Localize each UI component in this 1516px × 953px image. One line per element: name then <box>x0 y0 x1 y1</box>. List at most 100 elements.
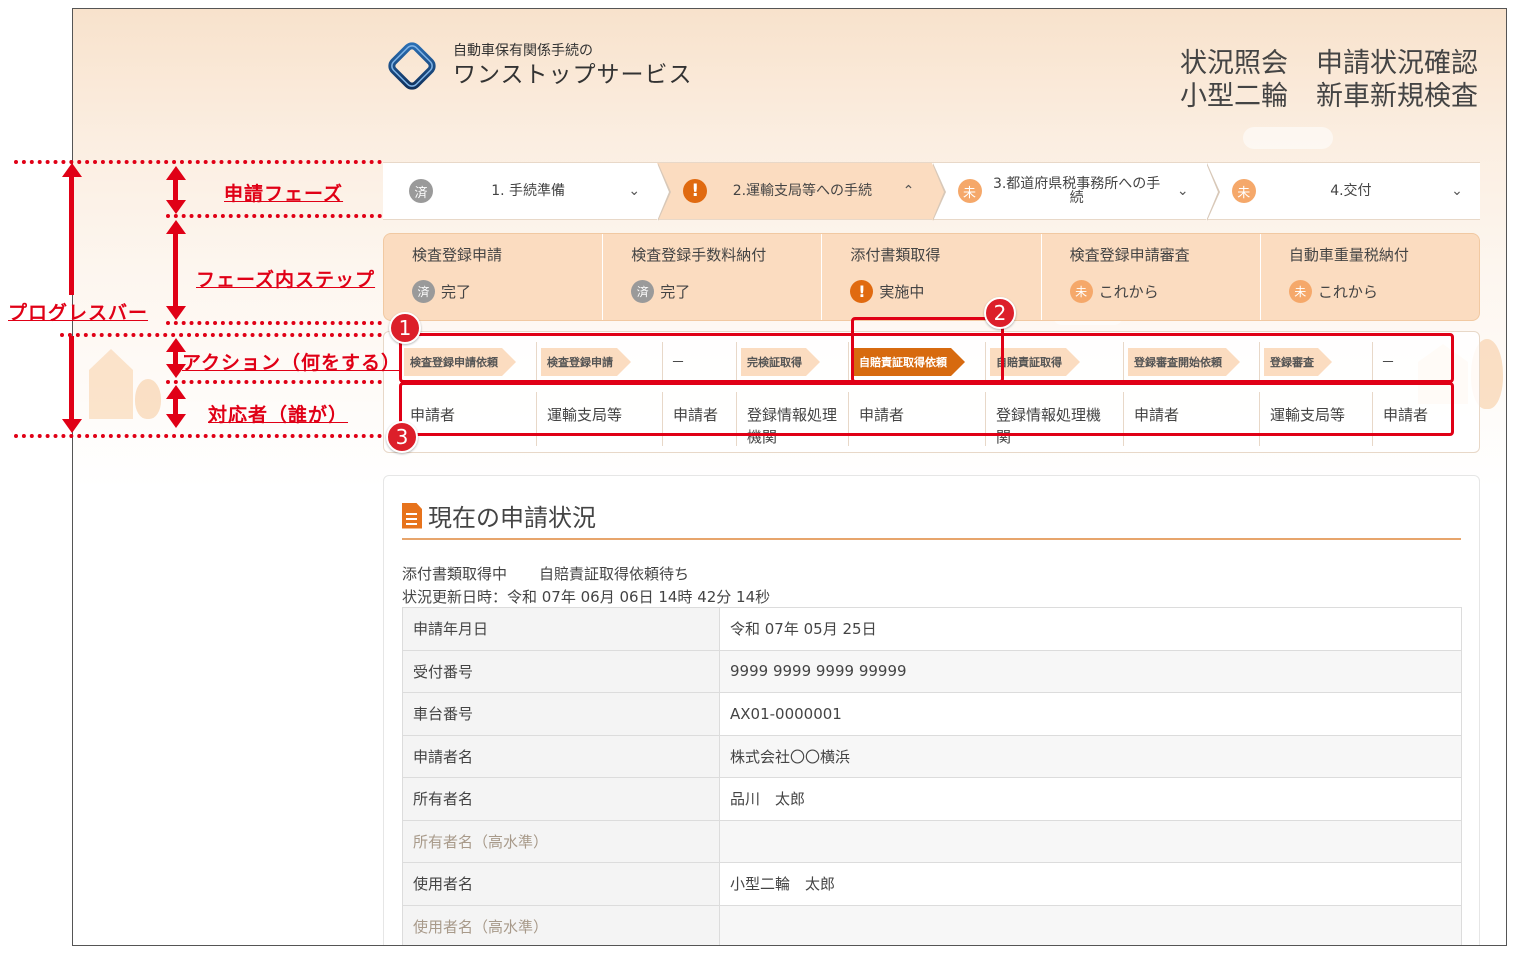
document-icon <box>402 502 422 529</box>
row-key: 受付番号 <box>402 649 720 693</box>
phase-bar: 済 1. 手続準備 ⌄ ! 2.運輸支局等への手続 ⌃ 未 3.都道府県税事務所… <box>383 162 1480 221</box>
arrow-shaft <box>173 232 178 308</box>
title-vehicle-type: 小型二輪 <box>1180 81 1288 112</box>
status-summary: 添付書類取得中 自賠責証取得依頼待ち <box>402 563 689 584</box>
arrow-down-icon <box>62 419 82 433</box>
row-key: 申請年月日 <box>402 607 720 651</box>
annotation-actor: 対応者（誰が） <box>208 404 349 426</box>
current-status-section: 現在の申請状況 添付書類取得中 自賠責証取得依頼待ち 状況更新日時：令和 07年 … <box>383 475 1480 945</box>
section-heading: 現在の申請状況 <box>428 504 596 532</box>
arrow-shaft <box>69 336 74 420</box>
arrow-down-icon <box>166 306 186 320</box>
arrow-down-icon <box>166 200 186 214</box>
phase-label: 2.運輸支局等への手続 <box>732 183 873 199</box>
table-row: 申請年月日 令和 07年 05月 25日 <box>402 607 1462 651</box>
table-row: 使用者名 小型二輪 太郎 <box>402 862 1462 906</box>
table-row: 車台番号 AX01-0000001 <box>402 692 1462 736</box>
status-updated: 状況更新日時：令和 07年 06月 06日 14時 42分 14秒 <box>402 588 771 606</box>
table-row: 所有者名（高水準） <box>402 819 1462 863</box>
highlight-current-action <box>851 317 1004 383</box>
phase-steps: 検査登録申請 済完了 検査登録手数料納付 済完了 添付書類取得 ! 実施中 検査登… <box>383 233 1480 321</box>
logo-subtitle: 自動車保有関係手続の <box>453 43 593 59</box>
phase-tab-4[interactable]: 未 4.交付 ⌄ <box>1205 162 1480 220</box>
step-status: 実施中 <box>879 283 925 301</box>
title-procedure: 新車新規検査 <box>1316 81 1478 112</box>
step-item: 検査登録手数料納付 済完了 <box>603 234 823 320</box>
step-item: 自動車重量税納付 未これから <box>1261 234 1479 320</box>
annotation-badge-1: 1 <box>389 312 421 344</box>
todo-icon: 未 <box>1069 280 1093 303</box>
phase-tab-2[interactable]: ! 2.運輸支局等への手続 ⌃ <box>657 162 946 221</box>
row-value: 品川 太郎 <box>719 777 1462 821</box>
chevron-down-icon: ⌄ <box>628 183 641 199</box>
chevron-down-icon: ⌄ <box>1176 183 1189 199</box>
step-name: 検査登録申請審査 <box>1069 246 1190 264</box>
annotation-badge-2: 2 <box>984 297 1016 329</box>
step-status: 完了 <box>441 283 472 301</box>
step-status: これから <box>1098 283 1159 301</box>
guide-line <box>166 380 382 384</box>
chevron-down-icon: ⌄ <box>1451 183 1463 199</box>
row-key: 所有者名（高水準） <box>402 819 720 863</box>
row-key: 申請者名 <box>402 734 720 778</box>
phase-status-icon: 未 <box>957 179 982 203</box>
service-logo[interactable]: 自動車保有関係手続の ワンストップサービス <box>383 37 693 95</box>
table-row: 受付番号 9999 9999 9999 99999 <box>402 649 1462 693</box>
arrow-down-icon <box>166 414 186 428</box>
status-phase: 添付書類取得中 <box>402 565 508 583</box>
phase-label: 1. 手続準備 <box>491 183 566 199</box>
phase-tab-1[interactable]: 済 1. 手続準備 ⌄ <box>383 162 672 221</box>
highlight-actors <box>399 382 1454 436</box>
step-status: 完了 <box>660 283 691 301</box>
guide-line <box>166 321 382 325</box>
row-key: 車台番号 <box>402 692 720 736</box>
todo-icon: 未 <box>1288 280 1312 303</box>
row-key: 使用者名 <box>402 862 720 906</box>
step-name: 自動車重量税納付 <box>1288 246 1409 264</box>
row-key: 使用者名（高水準） <box>402 904 720 945</box>
row-key: 所有者名 <box>402 777 720 821</box>
step-item: 検査登録申請審査 未これから <box>1042 234 1261 320</box>
row-value: 9999 9999 9999 99999 <box>719 649 1462 693</box>
application-info-table: 申請年月日 令和 07年 05月 25日 受付番号 9999 9999 9999 9… <box>402 607 1462 945</box>
row-value: AX01-0000001 <box>719 692 1462 736</box>
guide-line <box>60 333 382 337</box>
title-function: 申請状況確認 <box>1316 48 1478 79</box>
arrow-shaft <box>173 178 178 202</box>
logo-title: ワンストップサービス <box>453 62 693 88</box>
phase-label: 4.交付 <box>1330 183 1372 199</box>
chevron-up-icon: ⌃ <box>902 183 915 199</box>
annotation-step: フェーズ内ステップ <box>196 269 376 291</box>
table-row: 所有者名 品川 太郎 <box>402 777 1462 821</box>
guide-line <box>14 434 382 438</box>
phase-tab-3[interactable]: 未 3.都道府県税事務所への手続 ⌄ <box>931 162 1220 221</box>
table-row: 申請者名 株式会社〇〇横浜 <box>402 734 1462 778</box>
step-name: 検査登録申請 <box>412 246 503 264</box>
annotation-progress-bar: プログレスバー <box>8 302 149 324</box>
row-value: 令和 07年 05月 25日 <box>719 607 1462 651</box>
row-value: 株式会社〇〇横浜 <box>719 734 1462 778</box>
arrow-shaft <box>69 175 74 295</box>
done-icon: 済 <box>631 280 655 303</box>
table-row: 使用者名（高水準） <box>402 904 1462 945</box>
house-decoration <box>89 349 133 419</box>
row-value <box>719 904 1462 945</box>
phase-status-icon: ! <box>683 179 708 203</box>
annotation-badge-3: 3 <box>386 421 418 453</box>
tree-decoration <box>135 379 161 419</box>
step-status: これから <box>1317 283 1378 301</box>
logo-mark-icon <box>383 37 441 95</box>
done-icon: 済 <box>412 280 435 303</box>
phase-label: 3.都道府県税事務所への手続 <box>992 176 1161 206</box>
row-value <box>719 819 1462 863</box>
step-name: 添付書類取得 <box>850 246 941 264</box>
phase-status-icon: 済 <box>409 179 433 203</box>
step-name: 検査登録手数料納付 <box>631 246 767 264</box>
alert-icon: ! <box>850 280 874 303</box>
annotation-phase: 申請フェーズ <box>224 183 344 205</box>
page-title: 状況照会 申請状況確認 小型二輪 新車新規検査 <box>1180 47 1478 113</box>
arrow-shaft <box>173 397 178 415</box>
cloud-decoration <box>1243 127 1333 149</box>
annotation-action: アクション（何をする） <box>182 352 402 374</box>
step-item: 検査登録申請 済完了 <box>384 234 604 320</box>
